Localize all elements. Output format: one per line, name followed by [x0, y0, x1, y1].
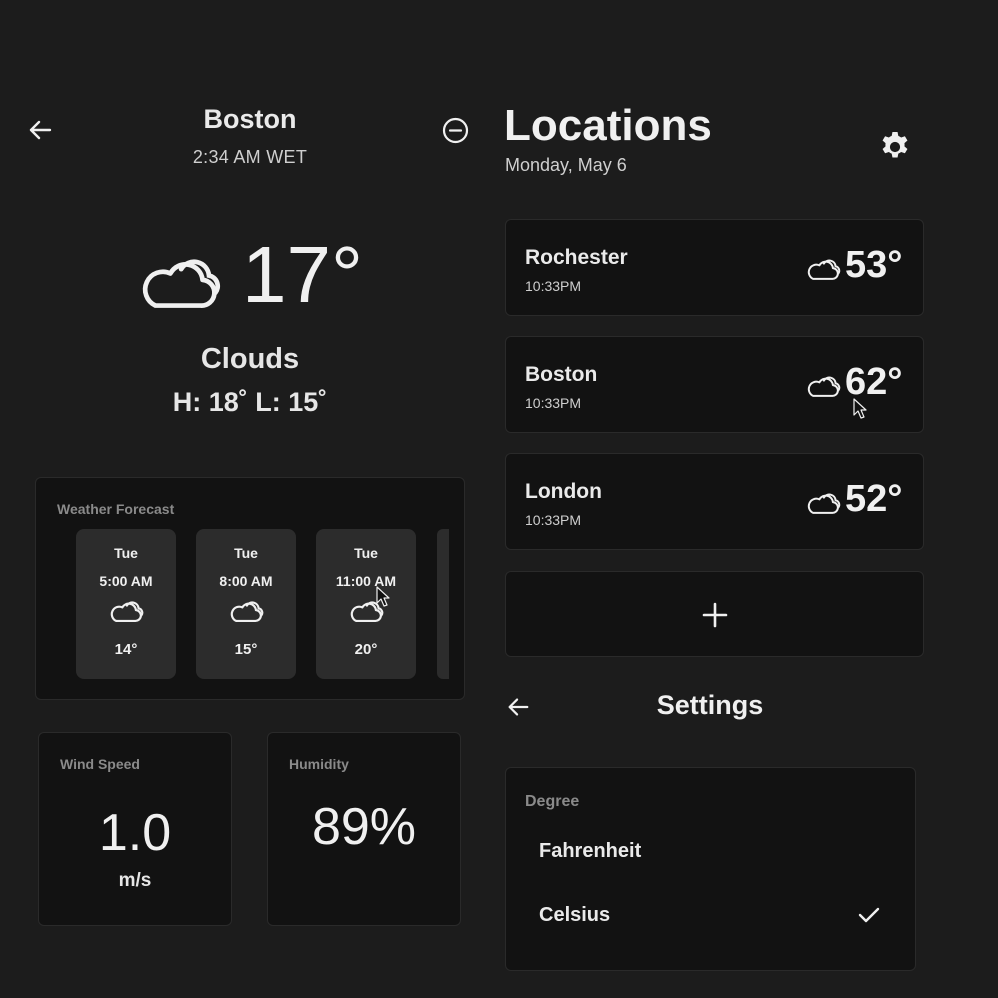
- location-card[interactable]: London 10:33PM 52°: [505, 453, 924, 550]
- location-time: 10:33PM: [525, 278, 582, 294]
- humidity-label: Humidity: [289, 756, 349, 772]
- back-arrow-icon[interactable]: [505, 694, 531, 720]
- location-name: Boston: [525, 363, 598, 386]
- city-title: Boston: [203, 104, 297, 134]
- wind-speed-value: 1.0: [98, 804, 172, 862]
- weather-condition: Clouds: [200, 343, 300, 375]
- wind-speed-label: Wind Speed: [60, 756, 140, 772]
- forecast-item[interactable]: Tue 5:00 AM 14°: [76, 529, 176, 679]
- forecast-item[interactable]: Tue 11:00 AM 20°: [316, 529, 416, 679]
- forecast-item[interactable]: Tue 8:00 AM 15°: [196, 529, 296, 679]
- forecast-temp: 14°: [114, 641, 138, 658]
- cloud-icon: [805, 490, 841, 516]
- remove-location-icon[interactable]: [441, 116, 470, 145]
- humidity-value: 89%: [311, 798, 417, 856]
- degree-option-celsius[interactable]: Celsius: [539, 904, 610, 927]
- forecast-temp: 20°: [354, 641, 378, 658]
- wind-speed-card: Wind Speed 1.0 m/s: [38, 732, 232, 926]
- forecast-day: Tue: [114, 545, 138, 561]
- forecast-item-partial[interactable]: [437, 529, 449, 679]
- gear-icon[interactable]: [877, 129, 913, 165]
- location-card[interactable]: Rochester 10:33PM 53°: [505, 219, 924, 316]
- plus-icon: [701, 601, 729, 629]
- back-arrow-icon[interactable]: [26, 116, 54, 144]
- mouse-cursor-icon: [376, 586, 392, 608]
- location-name: Rochester: [525, 246, 628, 269]
- forecast-time: 5:00 AM: [99, 573, 153, 589]
- forecast-day: Tue: [234, 545, 258, 561]
- location-temp: 52°: [845, 478, 903, 520]
- forecast-day: Tue: [354, 545, 378, 561]
- cloud-icon: [136, 252, 222, 312]
- settings-title: Settings: [656, 690, 764, 720]
- high-low-temperature: H: 18˚ L: 15˚: [172, 387, 328, 417]
- add-location-button[interactable]: [505, 571, 924, 657]
- cloud-icon: [805, 373, 841, 399]
- cloud-icon: [228, 598, 264, 624]
- degree-option-fahrenheit[interactable]: Fahrenheit: [539, 840, 641, 863]
- locations-title: Locations: [504, 101, 712, 150]
- location-name: London: [525, 480, 602, 503]
- current-temperature: 17°: [242, 230, 363, 319]
- weather-forecast-card: Weather Forecast Tue 5:00 AM 14° Tue 8:0…: [35, 477, 465, 700]
- forecast-time: 8:00 AM: [219, 573, 273, 589]
- location-temp: 62°: [845, 361, 903, 403]
- locations-date: Monday, May 6: [505, 155, 627, 175]
- checkmark-icon: [856, 904, 882, 926]
- humidity-card: Humidity 89%: [267, 732, 461, 926]
- mouse-cursor-icon: [853, 398, 869, 420]
- cloud-icon: [805, 256, 841, 282]
- degree-settings-card: Degree Fahrenheit Celsius: [505, 767, 916, 971]
- forecast-temp: 15°: [234, 641, 258, 658]
- wind-speed-unit: m/s: [118, 870, 152, 891]
- forecast-list[interactable]: Tue 5:00 AM 14° Tue 8:00 AM 15° Tue 11:0…: [76, 529, 416, 679]
- weather-app: Boston 2:34 AM WET 17° Clouds H: 18˚ L: …: [0, 0, 998, 998]
- location-time: 10:33PM: [525, 512, 582, 528]
- forecast-label: Weather Forecast: [57, 501, 175, 517]
- location-time: 10:33PM: [525, 395, 582, 411]
- cloud-icon: [108, 598, 144, 624]
- location-temp: 53°: [845, 244, 903, 286]
- city-local-time: 2:34 AM WET: [192, 147, 308, 167]
- degree-label: Degree: [525, 793, 580, 810]
